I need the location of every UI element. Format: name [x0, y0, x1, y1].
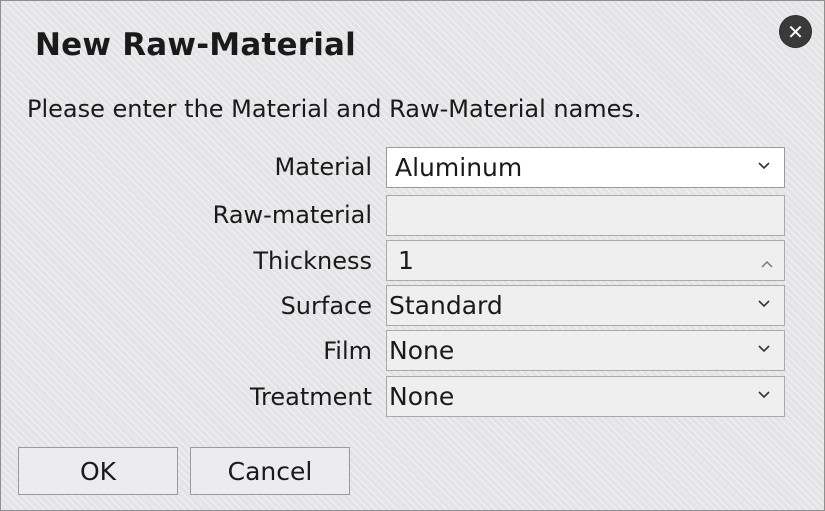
treatment-select[interactable]: None [386, 376, 785, 417]
new-raw-material-dialog: New Raw-Material ✕ Please enter the Mate… [0, 0, 825, 511]
close-icon: ✕ [787, 19, 804, 44]
surface-value: Standard [389, 291, 503, 320]
surface-label: Surface [280, 292, 372, 320]
surface-select[interactable]: Standard [386, 285, 785, 326]
close-button[interactable]: ✕ [780, 16, 811, 47]
film-label: Film [323, 337, 372, 365]
cancel-button[interactable]: Cancel [190, 447, 350, 495]
chevron-up-icon[interactable] [761, 245, 773, 274]
instructions-text: Please enter the Material and Raw-Materi… [27, 95, 642, 123]
raw-material-input[interactable] [386, 195, 785, 236]
ok-button[interactable]: OK [18, 447, 178, 495]
raw-material-label: Raw-material [212, 201, 372, 229]
material-label: Material [274, 153, 373, 181]
thickness-input[interactable]: 1 [386, 240, 785, 297]
chevron-down-icon [758, 159, 770, 173]
chevron-down-icon [758, 297, 770, 311]
thickness-spinner[interactable] [760, 245, 774, 297]
thickness-value: 1 [398, 246, 414, 275]
material-value: Aluminum [395, 153, 523, 182]
chevron-down-icon [758, 388, 770, 402]
film-select[interactable]: None [386, 330, 785, 371]
thickness-label: Thickness [253, 247, 372, 275]
treatment-value: None [389, 382, 455, 411]
film-value: None [389, 336, 455, 365]
chevron-down-icon [758, 342, 770, 356]
material-select[interactable]: Aluminum [386, 147, 785, 188]
treatment-label: Treatment [249, 383, 372, 411]
dialog-title: New Raw-Material [35, 27, 356, 63]
